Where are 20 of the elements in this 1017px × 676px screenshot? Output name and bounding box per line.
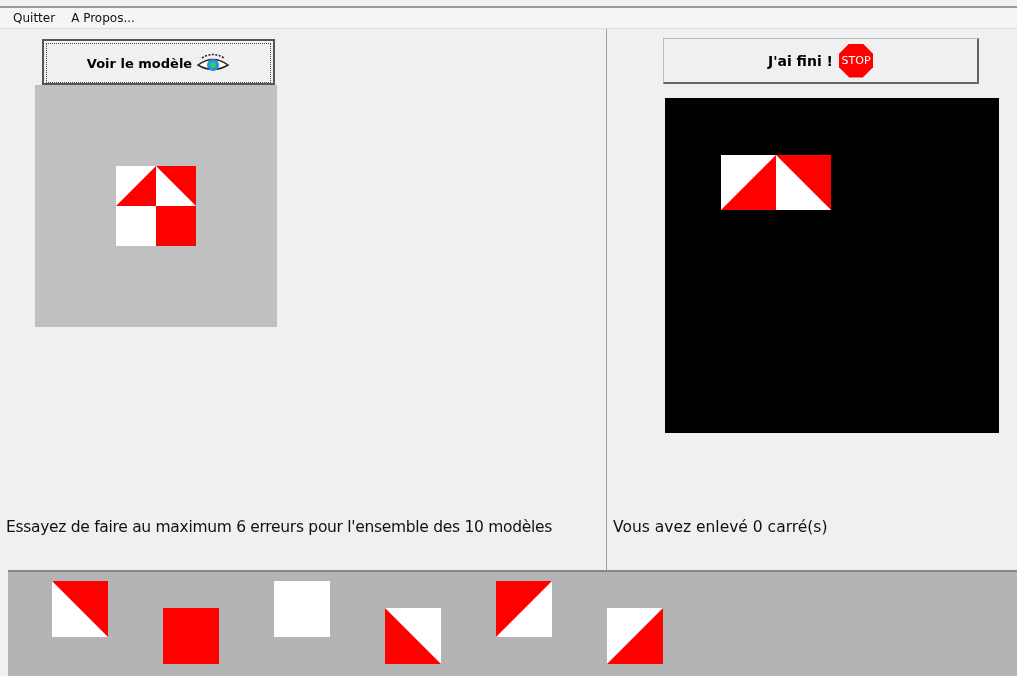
stop-sign-icon: STOP [839, 43, 873, 78]
tile[interactable] [776, 155, 831, 210]
tile[interactable] [385, 608, 441, 664]
tile[interactable] [156, 166, 196, 206]
instruction-text: Essayez de faire au maximum 6 erreurs pour l'ensemble des 10 modèles [5, 518, 553, 538]
eye-icon [196, 52, 231, 74]
menu-item[interactable]: A Propos... [71, 11, 135, 25]
tile[interactable] [116, 166, 156, 206]
tile[interactable] [52, 581, 108, 637]
tile[interactable] [274, 581, 330, 637]
menu-item[interactable]: Quitter [13, 11, 56, 25]
tile[interactable] [607, 608, 663, 664]
tile[interactable] [156, 206, 196, 246]
finish-button[interactable]: J'ai fini ! STOP [663, 38, 979, 84]
view-model-button[interactable]: Voir le modèle [42, 39, 275, 85]
tile[interactable] [721, 155, 776, 210]
tile[interactable] [496, 581, 552, 637]
status-text: Vous avez enlevé 0 carré(s) [612, 518, 829, 538]
tile[interactable] [116, 206, 156, 246]
tile[interactable] [163, 608, 219, 664]
